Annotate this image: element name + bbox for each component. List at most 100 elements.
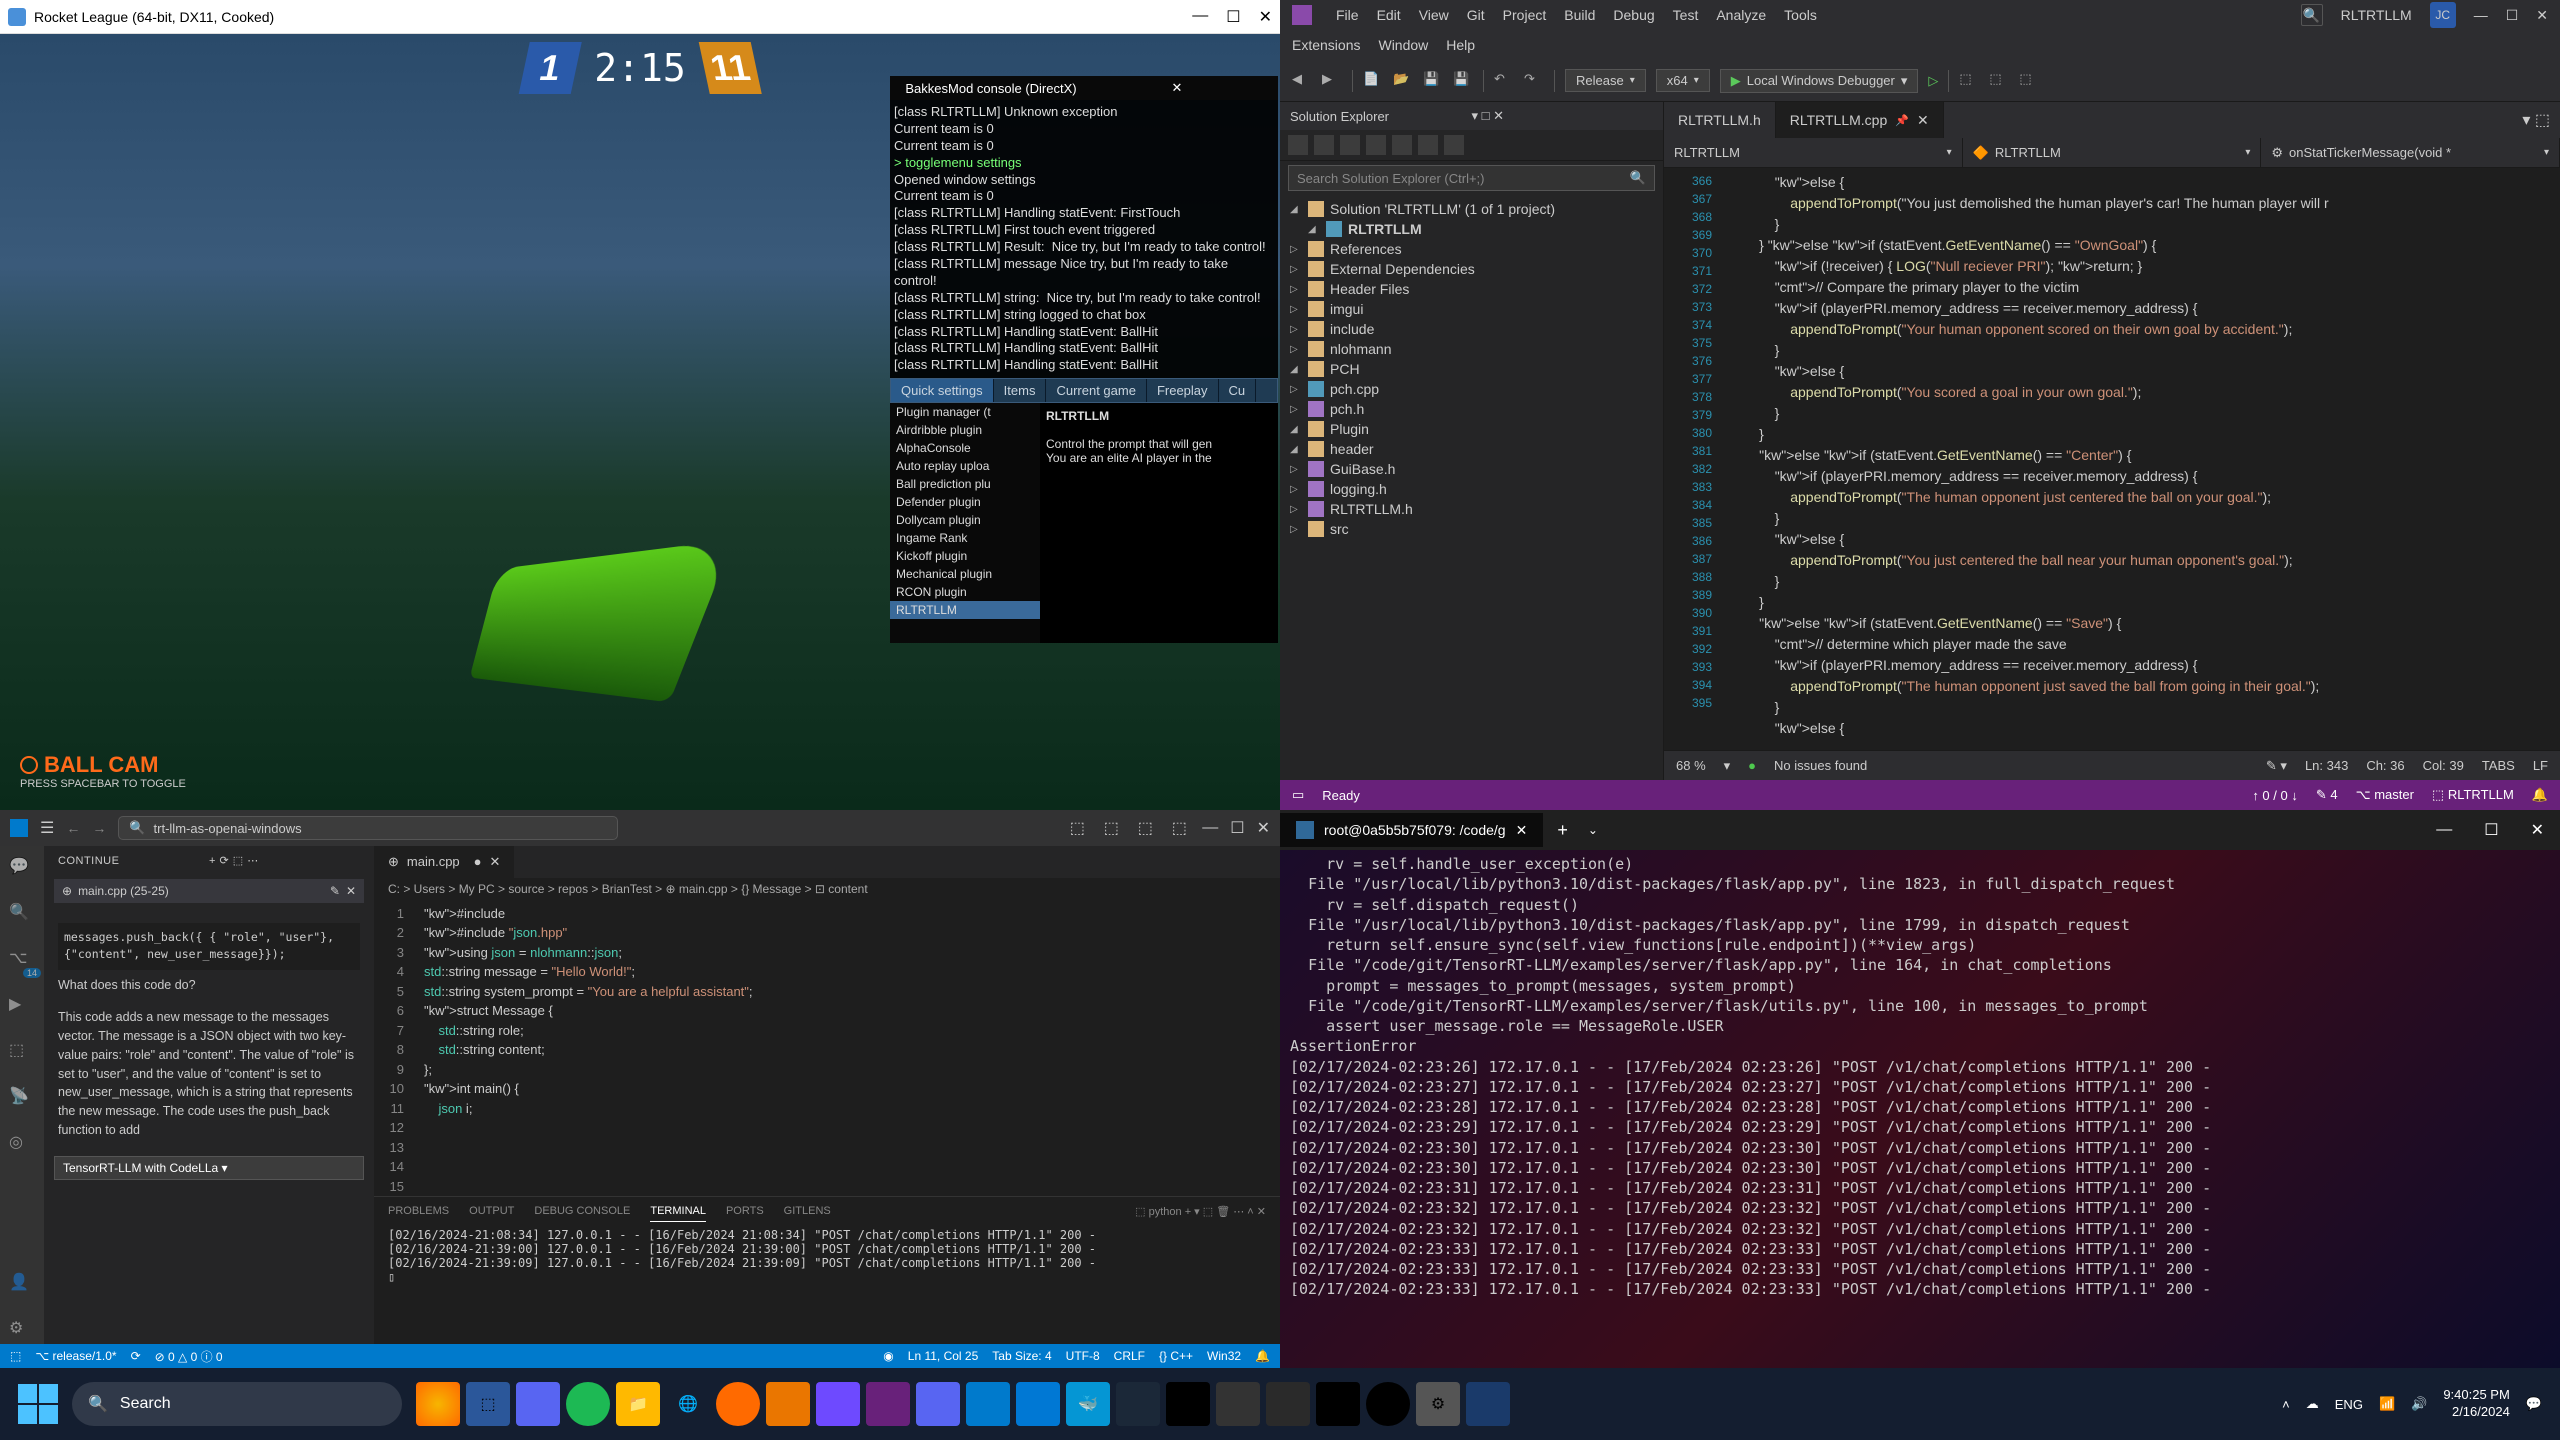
postman-app-icon[interactable] bbox=[716, 1382, 760, 1426]
copilot-app-icon[interactable] bbox=[416, 1382, 460, 1426]
tab-size[interactable]: Tab Size: 4 bbox=[992, 1349, 1051, 1363]
sol-refresh-icon[interactable] bbox=[1366, 135, 1386, 155]
issues-status[interactable]: No issues found bbox=[1774, 758, 1867, 773]
eol-mode[interactable]: LF bbox=[2533, 758, 2548, 773]
close-tab-icon[interactable]: ✕ bbox=[1917, 112, 1929, 129]
tool-icon[interactable]: ⬚ bbox=[1989, 71, 2009, 91]
tool-icon[interactable]: ⬚ bbox=[2019, 71, 2039, 91]
activity-icon[interactable]: ◎ bbox=[9, 1132, 35, 1158]
tree-nloh[interactable]: nlohmann bbox=[1330, 341, 1392, 357]
language-indicator[interactable]: ENG bbox=[2335, 1397, 2363, 1412]
plugin-item[interactable]: Airdribble plugin bbox=[890, 421, 1040, 439]
tree-pchh[interactable]: pch.h bbox=[1330, 401, 1364, 417]
start-button[interactable] bbox=[18, 1384, 58, 1424]
branch-indicator[interactable]: ⌥ release/1.0* bbox=[35, 1349, 116, 1363]
solution-tree[interactable]: ◢Solution 'RLTRTLLM' (1 of 1 project) ◢R… bbox=[1280, 195, 1663, 780]
tab-dropdown-icon[interactable]: ▾ ⬚ bbox=[2512, 102, 2560, 138]
chrome-app-icon[interactable]: 🌐 bbox=[666, 1382, 710, 1426]
settings-app-icon[interactable]: ⚙ bbox=[1416, 1382, 1460, 1426]
git-branch[interactable]: ⌥ master bbox=[2356, 787, 2414, 803]
minimize-icon[interactable]: — bbox=[2474, 7, 2488, 23]
close-icon[interactable]: ✕ bbox=[1259, 7, 1272, 27]
menu-item[interactable]: View bbox=[1419, 7, 1449, 23]
close-icon[interactable]: ✕ bbox=[346, 884, 356, 898]
terminal-controls[interactable]: ⬚ python + ▾ ⬚ 🗑 ⋯ ˄ ✕ bbox=[1135, 1201, 1266, 1222]
tab-main-cpp[interactable]: ⊕main.cpp●✕ bbox=[374, 846, 514, 878]
plugin-item[interactable]: RLTRTLLM bbox=[890, 601, 1040, 619]
panel-tab[interactable]: PROBLEMS bbox=[388, 1201, 449, 1222]
language-mode[interactable]: {} C++ bbox=[1159, 1349, 1193, 1363]
vsc-editor[interactable]: 123456789101112131415 "kw">#include "kw"… bbox=[374, 900, 1280, 1197]
tree-pchcpp[interactable]: pch.cpp bbox=[1330, 381, 1379, 397]
bakkes-plugin-list[interactable]: Plugin manager (t Airdribble pluginAlpha… bbox=[890, 403, 1040, 643]
platform-dropdown[interactable]: x64 bbox=[1656, 69, 1710, 92]
vs-code-lines[interactable]: "kw">else { appendToPrompt("You just dem… bbox=[1720, 168, 2560, 750]
new-icon[interactable]: 📄 bbox=[1363, 71, 1383, 91]
nav-fwd-icon[interactable]: ▶ bbox=[1322, 71, 1342, 91]
plugin-item[interactable]: RCON plugin bbox=[890, 583, 1040, 601]
tab-dropdown-icon[interactable]: ⌄ bbox=[1582, 815, 1604, 845]
maximize-icon[interactable]: ☐ bbox=[2468, 812, 2514, 848]
indent-mode[interactable]: TABS bbox=[2482, 758, 2515, 773]
bakkes-tab[interactable]: Items bbox=[994, 379, 1047, 402]
tree-plugin[interactable]: Plugin bbox=[1330, 421, 1369, 437]
model-select[interactable]: TensorRT-LLM with CodeLLa ▾ bbox=[54, 1156, 364, 1180]
obsidian-app-icon[interactable] bbox=[816, 1382, 860, 1426]
menu-item[interactable]: Debug bbox=[1613, 7, 1654, 23]
edit-icon[interactable]: ✎ bbox=[330, 884, 340, 898]
nav-project[interactable]: RLTRTLLM bbox=[1664, 138, 1963, 167]
nav-fwd-icon[interactable]: → bbox=[92, 820, 106, 836]
layout-icon[interactable]: ⬚ bbox=[1168, 817, 1190, 839]
bakkes-tab[interactable]: Cu bbox=[1219, 379, 1257, 402]
rl-game-view[interactable]: 1 2:15 11 BALL CAM PRESS SPACEBAR TO TOG… bbox=[0, 34, 1280, 810]
menu-item[interactable]: Git bbox=[1467, 7, 1485, 23]
vs-logo-icon[interactable] bbox=[1292, 5, 1312, 25]
vsc-terminal[interactable]: [02/16/2024-21:08:34] 127.0.0.1 - - [16/… bbox=[374, 1222, 1280, 1344]
source-control-icon[interactable]: ⌥ bbox=[9, 948, 35, 974]
maximize-icon[interactable]: ☐ bbox=[1230, 818, 1244, 838]
close-tab-icon[interactable]: ✕ bbox=[490, 854, 501, 870]
sol-header[interactable]: Solution Explorer▾ □ ✕ bbox=[1280, 102, 1663, 130]
tree-ext[interactable]: External Dependencies bbox=[1330, 261, 1475, 277]
mediaplayer-app-icon[interactable]: ▶ bbox=[1366, 1382, 1410, 1426]
settings-icon[interactable]: ⚙ bbox=[9, 1318, 35, 1344]
blender-app-icon[interactable] bbox=[766, 1382, 810, 1426]
bakkes-tab[interactable]: Freeplay bbox=[1147, 379, 1219, 402]
tab-rltrtllm-h[interactable]: RLTRTLLM.h bbox=[1664, 102, 1776, 138]
saveall-icon[interactable]: 💾 bbox=[1453, 71, 1473, 91]
layout-icon[interactable]: ⬚ bbox=[1066, 817, 1088, 839]
tree-src[interactable]: src bbox=[1330, 521, 1349, 537]
vs-code-area[interactable]: 3663673683693703713723733743753763773783… bbox=[1664, 168, 2560, 750]
remote-icon[interactable]: 📡 bbox=[9, 1086, 35, 1112]
term-tabstrip[interactable]: root@0a5b5b75f079: /code/g ✕ + ⌄ — ☐ ✕ bbox=[1280, 810, 2560, 850]
messenger-app-icon[interactable] bbox=[916, 1382, 960, 1426]
panel-tab[interactable]: DEBUG CONSOLE bbox=[534, 1201, 630, 1222]
menu-icon[interactable]: ☰ bbox=[40, 818, 54, 838]
sol-tool-icon[interactable] bbox=[1444, 135, 1464, 155]
tree-logging[interactable]: logging.h bbox=[1330, 481, 1387, 497]
close-icon[interactable]: ✕ bbox=[2536, 7, 2548, 24]
layout-icon[interactable]: ⬚ bbox=[1100, 817, 1122, 839]
plugin-item[interactable]: Mechanical plugin bbox=[890, 565, 1040, 583]
tool-icon[interactable]: ⬚ bbox=[1959, 71, 1979, 91]
plugin-item[interactable]: AlphaConsole bbox=[890, 439, 1040, 457]
vscode-app-icon[interactable] bbox=[966, 1382, 1010, 1426]
cmd-app-icon[interactable] bbox=[1316, 1382, 1360, 1426]
menu-item[interactable]: Build bbox=[1564, 7, 1595, 23]
config-dropdown[interactable]: Release bbox=[1565, 69, 1646, 92]
tree-plugin-header[interactable]: header bbox=[1330, 441, 1374, 457]
onedrive-icon[interactable]: ☁ bbox=[2306, 1396, 2319, 1412]
breadcrumb[interactable]: C: > Users > My PC > source > repos > Br… bbox=[374, 878, 1280, 900]
close-icon[interactable]: ✕ bbox=[2515, 812, 2560, 848]
sync-icon[interactable]: ⟳ bbox=[131, 1349, 141, 1363]
cursor-pos[interactable]: Ln 11, Col 25 bbox=[908, 1349, 979, 1363]
menu-item[interactable]: Tools bbox=[1784, 7, 1817, 23]
wifi-icon[interactable]: 📶 bbox=[2379, 1396, 2395, 1412]
chat-context-item[interactable]: ⊕main.cpp (25-25) ✎ ✕ bbox=[54, 879, 364, 903]
minimize-icon[interactable]: — bbox=[1202, 819, 1218, 837]
sol-tool-icon[interactable] bbox=[1392, 135, 1412, 155]
plugin-item[interactable]: Ingame Rank bbox=[890, 529, 1040, 547]
tab-rltrtllm-cpp[interactable]: RLTRTLLM.cpp📌✕ bbox=[1776, 102, 1944, 138]
tree-solution[interactable]: Solution 'RLTRTLLM' (1 of 1 project) bbox=[1330, 201, 1555, 217]
notifications-icon[interactable]: 💬 bbox=[2526, 1396, 2542, 1412]
